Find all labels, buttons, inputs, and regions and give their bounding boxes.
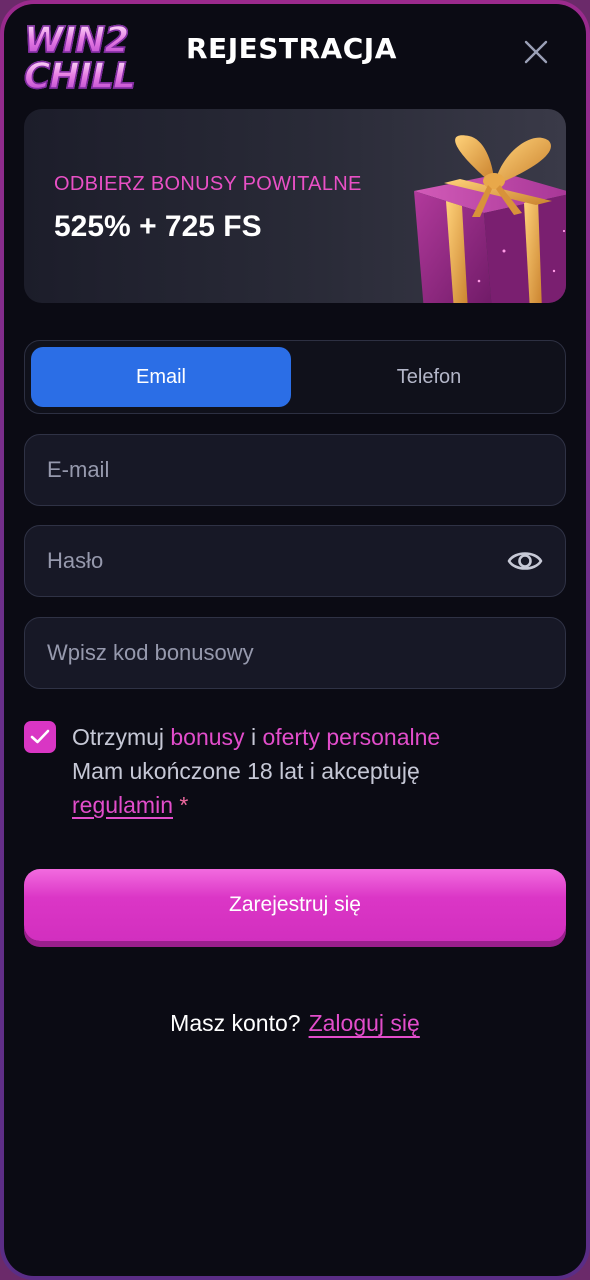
device-frame: WIN2 CHILL REJESTRACJA ODBIERZ BONUSY PO… — [0, 0, 590, 1280]
personal-offers-link[interactable]: oferty personalne — [262, 724, 440, 750]
bonus-code-field-container — [24, 617, 566, 689]
consent-line-3: regulamin * — [72, 788, 552, 822]
welcome-bonus-banner: ODBIERZ BONUSY POWITALNE 525% + 725 FS — [24, 109, 566, 303]
login-prompt-text: Masz konto? — [170, 1010, 301, 1036]
brand-logo: WIN2 CHILL — [23, 20, 154, 100]
password-field-container — [24, 525, 566, 597]
tab-phone[interactable]: Telefon — [299, 347, 559, 407]
eye-icon[interactable] — [507, 546, 543, 576]
page-title: REJESTRACJA — [186, 32, 397, 65]
age-confirmation-text: Mam ukończone 18 lat i akceptuję — [72, 758, 420, 784]
consent-and: i — [244, 724, 263, 750]
registration-modal: WIN2 CHILL REJESTRACJA ODBIERZ BONUSY PO… — [4, 4, 586, 1276]
close-button[interactable] — [518, 34, 554, 70]
consent-prefix: Otrzymuj — [72, 724, 171, 750]
close-icon — [524, 40, 548, 64]
tab-email[interactable]: Email — [31, 347, 291, 407]
bonus-amount: 525% + 725 FS — [54, 210, 262, 243]
bonus-code-field[interactable] — [25, 618, 565, 688]
consent-line-1: Otrzymuj bonusy i oferty personalne — [72, 720, 552, 754]
bonus-subtitle: ODBIERZ BONUSY POWITALNE — [54, 173, 362, 195]
register-button[interactable]: Zarejestruj się — [24, 869, 566, 941]
email-field-container — [24, 434, 566, 506]
email-field[interactable] — [25, 435, 565, 505]
logo-text-top: WIN2 — [23, 20, 130, 61]
registration-method-tabs: Email Telefon — [24, 340, 566, 414]
required-mark: * — [179, 792, 189, 818]
login-link[interactable]: Zaloguj się — [309, 1010, 420, 1036]
logo-text-bottom: CHILL — [23, 56, 136, 97]
login-prompt: Masz konto? Zaloguj się — [4, 1010, 586, 1037]
gift-box-icon — [414, 135, 566, 303]
bonuses-link[interactable]: bonusy — [170, 724, 244, 750]
consent-text: Otrzymuj bonusy i oferty personalne Mam … — [72, 720, 552, 822]
terms-link[interactable]: regulamin — [72, 792, 173, 818]
password-field[interactable] — [25, 526, 565, 596]
checkmark-icon — [30, 729, 50, 744]
consent-checkbox[interactable] — [24, 721, 56, 753]
